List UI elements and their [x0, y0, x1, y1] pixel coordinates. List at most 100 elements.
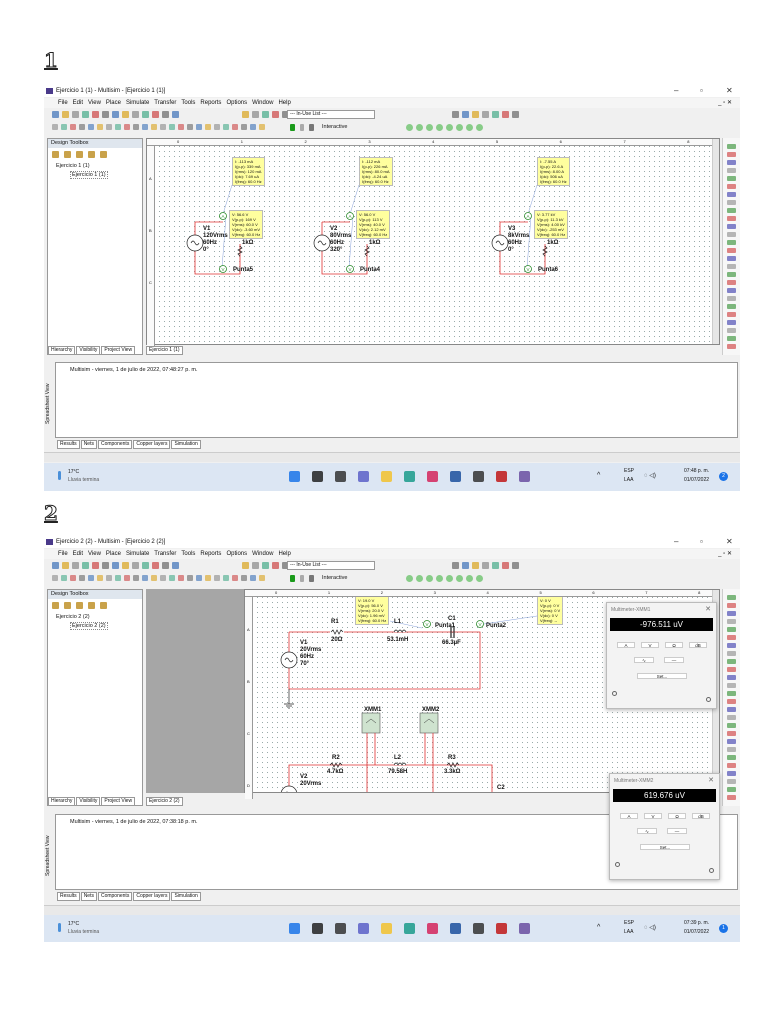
- minimize-button[interactable]: –: [674, 536, 678, 548]
- component-icon[interactable]: [205, 575, 211, 581]
- component-icon[interactable]: [151, 124, 157, 130]
- menu-transfer[interactable]: Transfer: [154, 551, 176, 557]
- input-language-region[interactable]: LAA: [624, 477, 633, 483]
- sheet-tab-copper-layers[interactable]: Copper layers: [133, 892, 171, 901]
- sheet-tab-results[interactable]: Results: [57, 440, 80, 449]
- toolbox-tab-2[interactable]: Project View: [101, 797, 136, 806]
- toolbox-icon[interactable]: [52, 602, 59, 609]
- menu-help[interactable]: Help: [278, 551, 290, 557]
- interactive-label[interactable]: Interactive: [322, 575, 347, 581]
- toolbar-icon[interactable]: [262, 562, 269, 569]
- instrument-icon[interactable]: [727, 152, 736, 157]
- sheet-tab-copper-layers[interactable]: Copper layers: [133, 440, 171, 449]
- toolbar-icon[interactable]: [72, 111, 79, 118]
- wifi-icon[interactable]: ◌ ◁): [644, 924, 656, 931]
- pause-simulation-icon[interactable]: [300, 575, 304, 582]
- probe-tool-icon[interactable]: [436, 575, 443, 582]
- toolbar-icon[interactable]: [52, 111, 59, 118]
- tree-root[interactable]: Ejercicio 2 (2): [56, 614, 90, 620]
- toolbox-icon[interactable]: [64, 602, 71, 609]
- sheet-tab-components[interactable]: Components: [97, 440, 133, 449]
- edge-icon[interactable]: [404, 471, 415, 482]
- ammeter-button[interactable]: A: [620, 813, 638, 819]
- close-icon[interactable]: ✕: [708, 776, 714, 784]
- component-icon[interactable]: [196, 124, 202, 130]
- instrument-icon[interactable]: [727, 715, 736, 720]
- voltmeter-button[interactable]: V: [644, 813, 662, 819]
- instrument-icon[interactable]: [727, 168, 736, 173]
- component-icon[interactable]: [106, 124, 112, 130]
- multimeter-window-1[interactable]: Multimeter-XMM1 ✕ -976.511 uV A V ΩdB ∿ — Set...: [606, 602, 717, 709]
- instrument-icon[interactable]: [727, 611, 736, 616]
- menu-tools[interactable]: Tools: [181, 100, 195, 106]
- component-icon[interactable]: [97, 575, 103, 581]
- component-icon[interactable]: [169, 575, 175, 581]
- component-icon[interactable]: [178, 124, 184, 130]
- toolbar-icon[interactable]: [72, 562, 79, 569]
- ohmmeter-button[interactable]: Ω: [668, 813, 686, 819]
- menu-reports[interactable]: Reports: [200, 551, 221, 557]
- instrument-icon[interactable]: [727, 224, 736, 229]
- instrument-icon[interactable]: [727, 731, 736, 736]
- instrument-icon[interactable]: [727, 208, 736, 213]
- pause-simulation-icon[interactable]: [300, 124, 304, 131]
- menu-file[interactable]: File: [58, 100, 68, 106]
- clock-date[interactable]: 01/07/2022: [684, 929, 709, 935]
- run-simulation-icon[interactable]: [290, 575, 295, 582]
- toolbar-icon[interactable]: [122, 111, 129, 118]
- component-icon[interactable]: [250, 575, 256, 581]
- toolbar-icon[interactable]: [272, 111, 279, 118]
- toolbox-tab-1[interactable]: Visibility: [76, 346, 101, 355]
- instrument-icon[interactable]: [727, 739, 736, 744]
- instrument-icon[interactable]: [727, 344, 736, 349]
- probe-tool-icon[interactable]: [406, 124, 413, 131]
- component-icon[interactable]: [214, 124, 220, 130]
- toolbox-icon[interactable]: [52, 151, 59, 158]
- instrument-icon[interactable]: [727, 755, 736, 760]
- component-icon[interactable]: [259, 575, 265, 581]
- multisim-icon[interactable]: [519, 923, 530, 934]
- instrument-icon[interactable]: [727, 707, 736, 712]
- instrument-icon[interactable]: [727, 216, 736, 221]
- notification-badge[interactable]: 2: [719, 472, 728, 481]
- vertical-scrollbar[interactable]: [712, 139, 719, 344]
- instrument-icon[interactable]: [727, 595, 736, 600]
- input-language[interactable]: ESP: [624, 920, 634, 926]
- file-explorer-icon[interactable]: [381, 471, 392, 482]
- component-icon[interactable]: [115, 124, 121, 130]
- component-icon[interactable]: [187, 575, 193, 581]
- instrument-icon[interactable]: [727, 787, 736, 792]
- clock-date[interactable]: 01/07/2022: [684, 477, 709, 483]
- component-icon[interactable]: [196, 575, 202, 581]
- probe-tool-icon[interactable]: [416, 575, 423, 582]
- toolbar-icon[interactable]: [112, 562, 119, 569]
- instrument-icon[interactable]: [727, 659, 736, 664]
- decibel-button[interactable]: dB: [689, 642, 707, 648]
- instrument-icon[interactable]: [727, 176, 736, 181]
- task-view-icon[interactable]: [335, 471, 346, 482]
- mdi-controls[interactable]: _ ▫ ✕: [718, 549, 732, 559]
- toolbar-icon[interactable]: [472, 562, 479, 569]
- menu-view[interactable]: View: [88, 551, 101, 557]
- toolbar-icon[interactable]: [162, 562, 169, 569]
- toolbar-icon[interactable]: [122, 562, 129, 569]
- instrument-icon[interactable]: [727, 304, 736, 309]
- component-icon[interactable]: [106, 575, 112, 581]
- mcafee-icon[interactable]: [496, 923, 507, 934]
- chat-icon[interactable]: [358, 923, 369, 934]
- mcafee-icon[interactable]: [496, 471, 507, 482]
- toolbar-icon[interactable]: [482, 111, 489, 118]
- toolbox-icon[interactable]: [100, 151, 107, 158]
- toolbar-icon[interactable]: [102, 562, 109, 569]
- run-simulation-icon[interactable]: [290, 124, 295, 131]
- instrument-icon[interactable]: [727, 699, 736, 704]
- probe-tool-icon[interactable]: [476, 124, 483, 131]
- sheet-tab-results[interactable]: Results: [57, 892, 80, 901]
- menu-help[interactable]: Help: [278, 100, 290, 106]
- toolbar-icon[interactable]: [152, 111, 159, 118]
- menu-transfer[interactable]: Transfer: [154, 100, 176, 106]
- instrument-icon[interactable]: [727, 795, 736, 800]
- component-icon[interactable]: [160, 124, 166, 130]
- toolbar-icon[interactable]: [472, 111, 479, 118]
- toolbar-icon[interactable]: [112, 111, 119, 118]
